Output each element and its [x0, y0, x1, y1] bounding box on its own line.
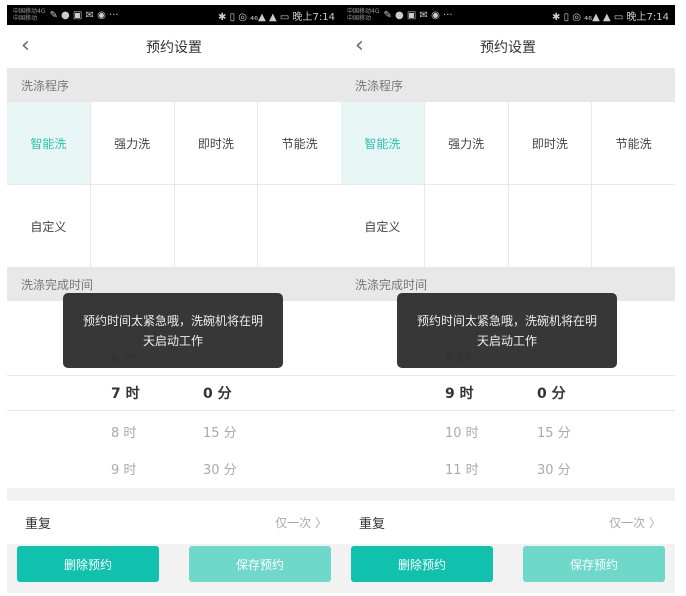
hour-value: 9 时	[111, 462, 137, 478]
minute-value: 15 分	[537, 425, 571, 441]
delete-reservation-button[interactable]: 删除预约	[351, 546, 493, 582]
hour-value: 10 时	[445, 425, 479, 441]
program-option[interactable]	[508, 185, 592, 267]
repeat-value: 仅一次 〉	[609, 516, 661, 530]
button-bar: 删除预约 保存预约	[7, 544, 341, 592]
program-option[interactable]	[174, 185, 258, 267]
minute-value: 0 分	[537, 386, 566, 402]
minute-value: 0 分	[203, 386, 232, 402]
phone-screen: 中国移动4G 中国移动 ✎ ● ▣ ✉ ◉ ··· ✱ ▯ ◎ ₄₆▲ ▲ ▭ 晚…	[7, 5, 341, 593]
program-option[interactable]: 智能洗	[341, 102, 424, 184]
status-right: ✱ ▯ ◎ ₄₆▲ ▲ ▭ 晚上7:14	[218, 11, 335, 23]
minute-value: 30 分	[537, 462, 571, 478]
save-reservation-button[interactable]: 保存预约	[523, 546, 665, 582]
carrier-info: 中国移动4G 中国移动	[347, 8, 379, 22]
repeat-row[interactable]: 重复 仅一次 〉	[341, 501, 675, 544]
picker-selected-row[interactable]: 9 时 0 分	[341, 375, 675, 411]
phone-screen: 中国移动4G 中国移动 ✎ ● ▣ ✉ ◉ ··· ✱ ▯ ◎ ₄₆▲ ▲ ▭ 晚…	[341, 5, 675, 593]
divider	[7, 488, 341, 501]
program-option[interactable]: 即时洗	[174, 102, 258, 184]
repeat-row[interactable]: 重复 仅一次 〉	[7, 501, 341, 544]
picker-selected-row[interactable]: 7 时 0 分	[7, 375, 341, 411]
program-grid: 智能洗 强力洗 即时洗 节能洗自定义	[7, 102, 341, 267]
toast-message: 预约时间太紧急哦，洗碗机将在明天启动工作	[397, 293, 617, 368]
program-section-header: 洗涤程序	[7, 68, 341, 102]
program-option[interactable]	[258, 185, 341, 267]
carrier-2: 中国移动	[13, 15, 38, 22]
notification-icons: ✎ ● ▣ ✉ ◉ ···	[383, 9, 453, 21]
page-title: 预约设置	[146, 39, 202, 56]
program-option[interactable]: 强力洗	[424, 102, 508, 184]
picker-row[interactable]: 8 时 15 分	[7, 413, 341, 449]
program-option[interactable]: 智能洗	[7, 102, 90, 184]
status-bar: 中国移动4G 中国移动 ✎ ● ▣ ✉ ◉ ··· ✱ ▯ ◎ ₄₆▲ ▲ ▭ 晚…	[7, 5, 341, 25]
notification-icons: ✎ ● ▣ ✉ ◉ ···	[49, 9, 119, 21]
program-option[interactable]: 自定义	[7, 185, 90, 267]
program-option[interactable]	[592, 185, 675, 267]
repeat-value: 仅一次 〉	[275, 516, 327, 530]
back-icon[interactable]: ‹	[21, 33, 30, 58]
carrier-2: 中国移动	[347, 15, 372, 22]
divider	[341, 488, 675, 501]
program-option[interactable]: 节能洗	[258, 102, 341, 184]
picker-row[interactable]: 10 时 15 分	[341, 413, 675, 449]
carrier-info: 中国移动4G 中国移动	[13, 8, 45, 22]
save-reservation-button[interactable]: 保存预约	[189, 546, 331, 582]
program-option[interactable]: 自定义	[341, 185, 424, 267]
program-option[interactable]	[90, 185, 174, 267]
hour-value: 8 时	[111, 425, 137, 441]
button-bar: 删除预约 保存预约	[341, 544, 675, 592]
minute-value: 15 分	[203, 425, 237, 441]
hour-value: 11 时	[445, 462, 479, 478]
program-option[interactable]	[424, 185, 508, 267]
program-grid: 智能洗 强力洗 即时洗 节能洗自定义	[341, 102, 675, 267]
delete-reservation-button[interactable]: 删除预约	[17, 546, 159, 582]
carrier-1: 中国移动4G	[347, 8, 380, 15]
nav-bar: ‹ 预约设置	[7, 25, 341, 68]
back-icon[interactable]: ‹	[355, 33, 364, 58]
carrier-1: 中国移动4G	[13, 8, 46, 15]
program-option[interactable]: 节能洗	[592, 102, 675, 184]
minute-value: 30 分	[203, 462, 237, 478]
repeat-label: 重复	[359, 517, 386, 532]
hour-value: 7 时	[111, 386, 140, 402]
program-option[interactable]: 强力洗	[90, 102, 174, 184]
picker-row[interactable]: 11 时 30 分	[341, 450, 675, 486]
repeat-label: 重复	[25, 517, 52, 532]
toast-message: 预约时间太紧急哦，洗碗机将在明天启动工作	[63, 293, 283, 368]
nav-bar: ‹ 预约设置	[341, 25, 675, 68]
status-right: ✱ ▯ ◎ ₄₆▲ ▲ ▭ 晚上7:14	[552, 11, 669, 23]
page-title: 预约设置	[480, 39, 536, 56]
hour-value: 9 时	[445, 386, 474, 402]
status-bar: 中国移动4G 中国移动 ✎ ● ▣ ✉ ◉ ··· ✱ ▯ ◎ ₄₆▲ ▲ ▭ 晚…	[341, 5, 675, 25]
picker-row[interactable]: 9 时 30 分	[7, 450, 341, 486]
program-section-header: 洗涤程序	[341, 68, 675, 102]
program-option[interactable]: 即时洗	[508, 102, 592, 184]
